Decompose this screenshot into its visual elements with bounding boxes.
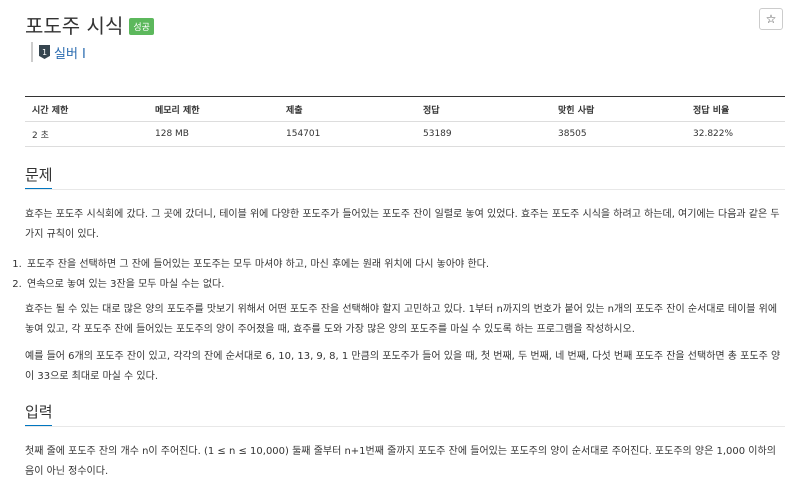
table-row: 2 초 128 MB 154701 53189 38505 32.822%	[25, 121, 785, 147]
header-solved-users: 맞힌 사람	[551, 96, 686, 122]
section-title-input: 입력	[25, 403, 53, 421]
problem-stats-table: 시간 제한 메모리 제한 제출 정답 맞힌 사람 정답 비율 2 초 128 M…	[25, 96, 785, 147]
value-memory-limit: 128 MB	[148, 121, 279, 147]
tier-label: 실버 I	[54, 46, 86, 62]
header-ratio: 정답 비율	[686, 96, 785, 122]
tier-link[interactable]: 1 실버 I	[31, 42, 86, 62]
value-ratio: 32.822%	[686, 121, 785, 147]
section-divider	[25, 189, 785, 190]
list-item: 포도주 잔을 선택하면 그 잔에 들어있는 포도주는 모두 마셔야 하고, 마신…	[25, 255, 795, 275]
header-time-limit: 시간 제한	[25, 96, 148, 122]
value-submissions[interactable]: 154701	[279, 121, 416, 147]
value-accepted[interactable]: 53189	[416, 121, 551, 147]
favorite-star-button[interactable]: ☆	[759, 8, 783, 30]
value-solved-users[interactable]: 38505	[551, 121, 686, 147]
problem-title-row: 포도주 시식 성공	[25, 10, 154, 39]
table-header-row: 시간 제한 메모리 제한 제출 정답 맞힌 사람 정답 비율	[25, 96, 785, 122]
header-memory-limit: 메모리 제한	[148, 96, 279, 122]
header-submissions: 제출	[279, 96, 416, 122]
list-item: 연속으로 놓여 있는 3잔을 모두 마실 수는 없다.	[25, 275, 795, 295]
star-icon: ☆	[765, 12, 777, 26]
rules-list: 포도주 잔을 선택하면 그 잔에 들어있는 포도주는 모두 마셔야 하고, 마신…	[0, 255, 795, 295]
problem-intro: 효주는 포도주 시식회에 갔다. 그 곳에 갔더니, 테이블 위에 다양한 포도…	[25, 209, 780, 240]
value-time-limit: 2 초	[25, 121, 148, 147]
problem-example: 예를 들어 6개의 포도주 잔이 있고, 각각의 잔에 순서대로 6, 10, …	[25, 351, 781, 382]
page-title: 포도주 시식	[25, 14, 124, 38]
problem-body: 효주는 될 수 있는 대로 많은 양의 포도주를 맛보기 위해서 어떤 포도주 …	[25, 304, 778, 335]
status-badge: 성공	[129, 18, 154, 35]
section-title-problem: 문제	[25, 166, 53, 184]
tier-badge-icon: 1	[39, 45, 50, 59]
section-divider	[25, 426, 785, 427]
input-description: 첫째 줄에 포도주 잔의 개수 n이 주어진다. (1 ≤ n ≤ 10,000…	[25, 446, 776, 477]
header-accepted: 정답	[416, 96, 551, 122]
